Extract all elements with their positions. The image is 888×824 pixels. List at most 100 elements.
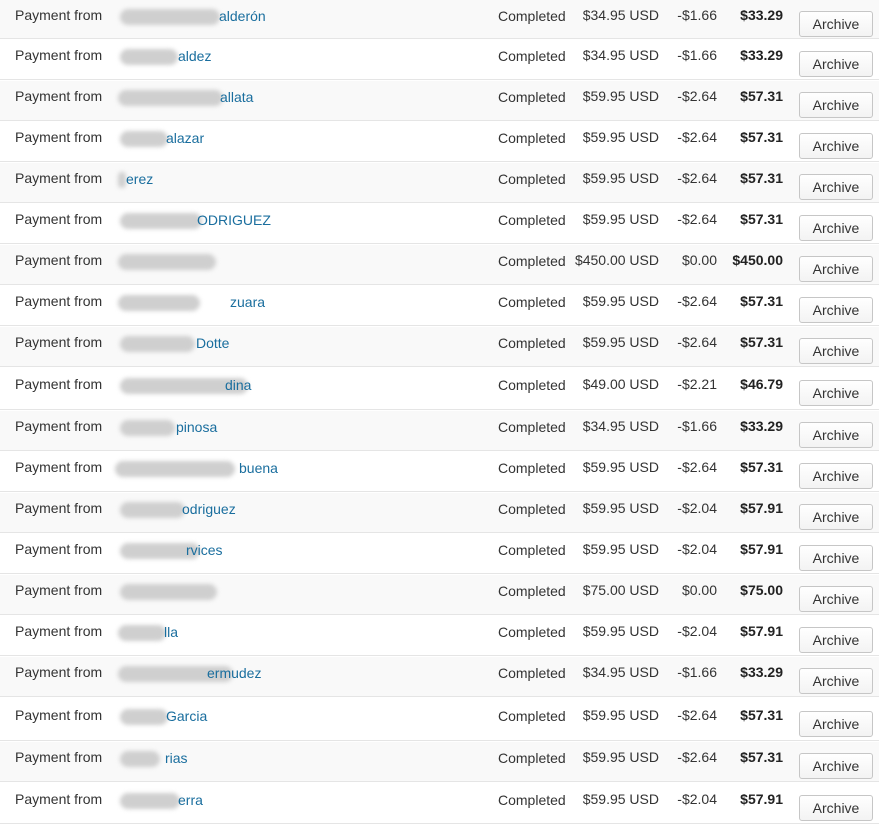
fee-amount: -$2.64: [677, 293, 717, 309]
status-text: Completed: [498, 335, 566, 351]
redacted-name-blur: [120, 584, 217, 600]
status-text: Completed: [498, 750, 566, 766]
gross-amount: $59.95 USD: [582, 170, 659, 186]
archive-button[interactable]: Archive: [799, 297, 873, 323]
net-amount: $57.31: [740, 293, 783, 309]
redacted-name-blur: [120, 709, 168, 725]
payer-name-link[interactable]: dina: [225, 377, 251, 393]
redacted-name-blur: [118, 625, 166, 641]
redacted-name-blur: [118, 295, 200, 311]
payer-name-link[interactable]: erez: [126, 171, 153, 187]
transaction-type: Payment from: [15, 541, 103, 557]
payer-name-link[interactable]: ODRIGUEZ: [197, 212, 271, 228]
net-amount: $57.31: [740, 334, 783, 350]
archive-button[interactable]: Archive: [799, 711, 873, 737]
payer-name-link[interactable]: zuara: [230, 294, 265, 310]
net-amount: $33.29: [740, 7, 783, 23]
gross-amount: $450.00 USD: [574, 252, 659, 268]
payer-name-link[interactable]: allata: [220, 89, 253, 105]
archive-button[interactable]: Archive: [799, 338, 873, 364]
table-row: Payment from zuara Completed $59.95 USD -$2.…: [0, 286, 879, 326]
fee-amount: $0.00: [681, 582, 717, 598]
payer-name-link[interactable]: aldez: [178, 48, 211, 64]
payer-name-link[interactable]: rias: [165, 750, 188, 766]
transaction-type: Payment from: [15, 129, 103, 145]
gross-amount: $59.95 USD: [582, 211, 659, 227]
fee-amount: -$2.04: [677, 541, 717, 557]
archive-button[interactable]: Archive: [799, 380, 873, 406]
archive-button[interactable]: Archive: [799, 51, 873, 77]
fee-amount: -$1.66: [677, 418, 717, 434]
redacted-name-blur: [118, 172, 126, 188]
archive-button[interactable]: Archive: [799, 92, 873, 118]
transaction-type: Payment from: [15, 211, 103, 227]
transaction-type: Payment from: [15, 47, 103, 63]
payer-name-link[interactable]: Dotte: [196, 335, 229, 351]
redacted-name-blur: [115, 461, 235, 477]
redacted-name-blur: [120, 502, 185, 518]
payer-name-link[interactable]: alderón: [219, 8, 266, 24]
archive-button[interactable]: Archive: [799, 586, 873, 612]
status-text: Completed: [498, 377, 566, 393]
payer-name-link[interactable]: rvices: [186, 542, 223, 558]
archive-button[interactable]: Archive: [799, 11, 873, 37]
table-row: Payment from alderón Completed $34.95 USD -$…: [0, 0, 879, 39]
transaction-type: Payment from: [15, 749, 103, 765]
payer-name-link[interactable]: Garcia: [166, 708, 207, 724]
net-amount: $57.91: [740, 623, 783, 639]
gross-amount: $49.00 USD: [582, 376, 659, 392]
archive-button[interactable]: Archive: [799, 215, 873, 241]
payer-name-link[interactable]: ermudez: [207, 665, 261, 681]
redacted-name-blur: [120, 213, 202, 229]
status-text: Completed: [498, 419, 566, 435]
gross-amount: $34.95 USD: [582, 664, 659, 680]
payer-name-link[interactable]: erra: [178, 792, 203, 808]
gross-amount: $59.95 USD: [582, 541, 659, 557]
table-row: Payment from erez Completed $59.95 USD -$2.6…: [0, 163, 879, 203]
net-amount: $57.31: [740, 170, 783, 186]
net-amount: $57.31: [740, 211, 783, 227]
archive-button[interactable]: Archive: [799, 133, 873, 159]
table-row: Payment from aldez Completed $34.95 USD -$1.…: [0, 40, 879, 80]
archive-button[interactable]: Archive: [799, 256, 873, 282]
payer-name-link[interactable]: odriguez: [182, 501, 236, 517]
archive-button[interactable]: Archive: [799, 627, 873, 653]
table-row: Payment from erra Completed $59.95 USD -$2.0…: [0, 783, 879, 824]
payer-name-link[interactable]: buena: [239, 460, 278, 476]
archive-button[interactable]: Archive: [799, 174, 873, 200]
table-row: Payment from odriguez Completed $59.95 USD -…: [0, 493, 879, 533]
fee-amount: -$1.66: [677, 7, 717, 23]
archive-button[interactable]: Archive: [799, 753, 873, 779]
status-text: Completed: [498, 624, 566, 640]
transaction-type: Payment from: [15, 664, 103, 680]
table-row: Payment from ODRIGUEZ Completed $59.95 USD -…: [0, 204, 879, 244]
status-text: Completed: [498, 583, 566, 599]
transaction-type: Payment from: [15, 500, 103, 516]
redacted-name-blur: [120, 793, 180, 809]
redacted-name-blur: [120, 9, 220, 25]
fee-amount: -$2.04: [677, 623, 717, 639]
payer-name-link[interactable]: lla: [164, 624, 178, 640]
fee-amount: -$2.64: [677, 749, 717, 765]
transaction-type: Payment from: [15, 791, 103, 807]
archive-button[interactable]: Archive: [799, 795, 873, 821]
table-row: Payment from lla Completed $59.95 USD -$2.04…: [0, 616, 879, 656]
net-amount: $33.29: [740, 664, 783, 680]
archive-button[interactable]: Archive: [799, 545, 873, 571]
payer-name-link[interactable]: pinosa: [176, 419, 217, 435]
archive-button[interactable]: Archive: [799, 504, 873, 530]
payer-name-link[interactable]: alazar: [166, 130, 204, 146]
net-amount: $75.00: [740, 582, 783, 598]
net-amount: $33.29: [740, 47, 783, 63]
fee-amount: -$2.21: [677, 376, 717, 392]
gross-amount: $34.95 USD: [582, 7, 659, 23]
transaction-type: Payment from: [15, 7, 103, 23]
transactions-table: Payment from alderón Completed $34.95 USD -$…: [0, 0, 888, 824]
status-text: Completed: [498, 8, 566, 24]
archive-button[interactable]: Archive: [799, 422, 873, 448]
archive-button[interactable]: Archive: [799, 463, 873, 489]
gross-amount: $59.95 USD: [582, 459, 659, 475]
net-amount: $57.31: [740, 749, 783, 765]
table-row: Payment from Completed $75.00 USD $0.00 $75.…: [0, 575, 879, 615]
archive-button[interactable]: Archive: [799, 668, 873, 694]
